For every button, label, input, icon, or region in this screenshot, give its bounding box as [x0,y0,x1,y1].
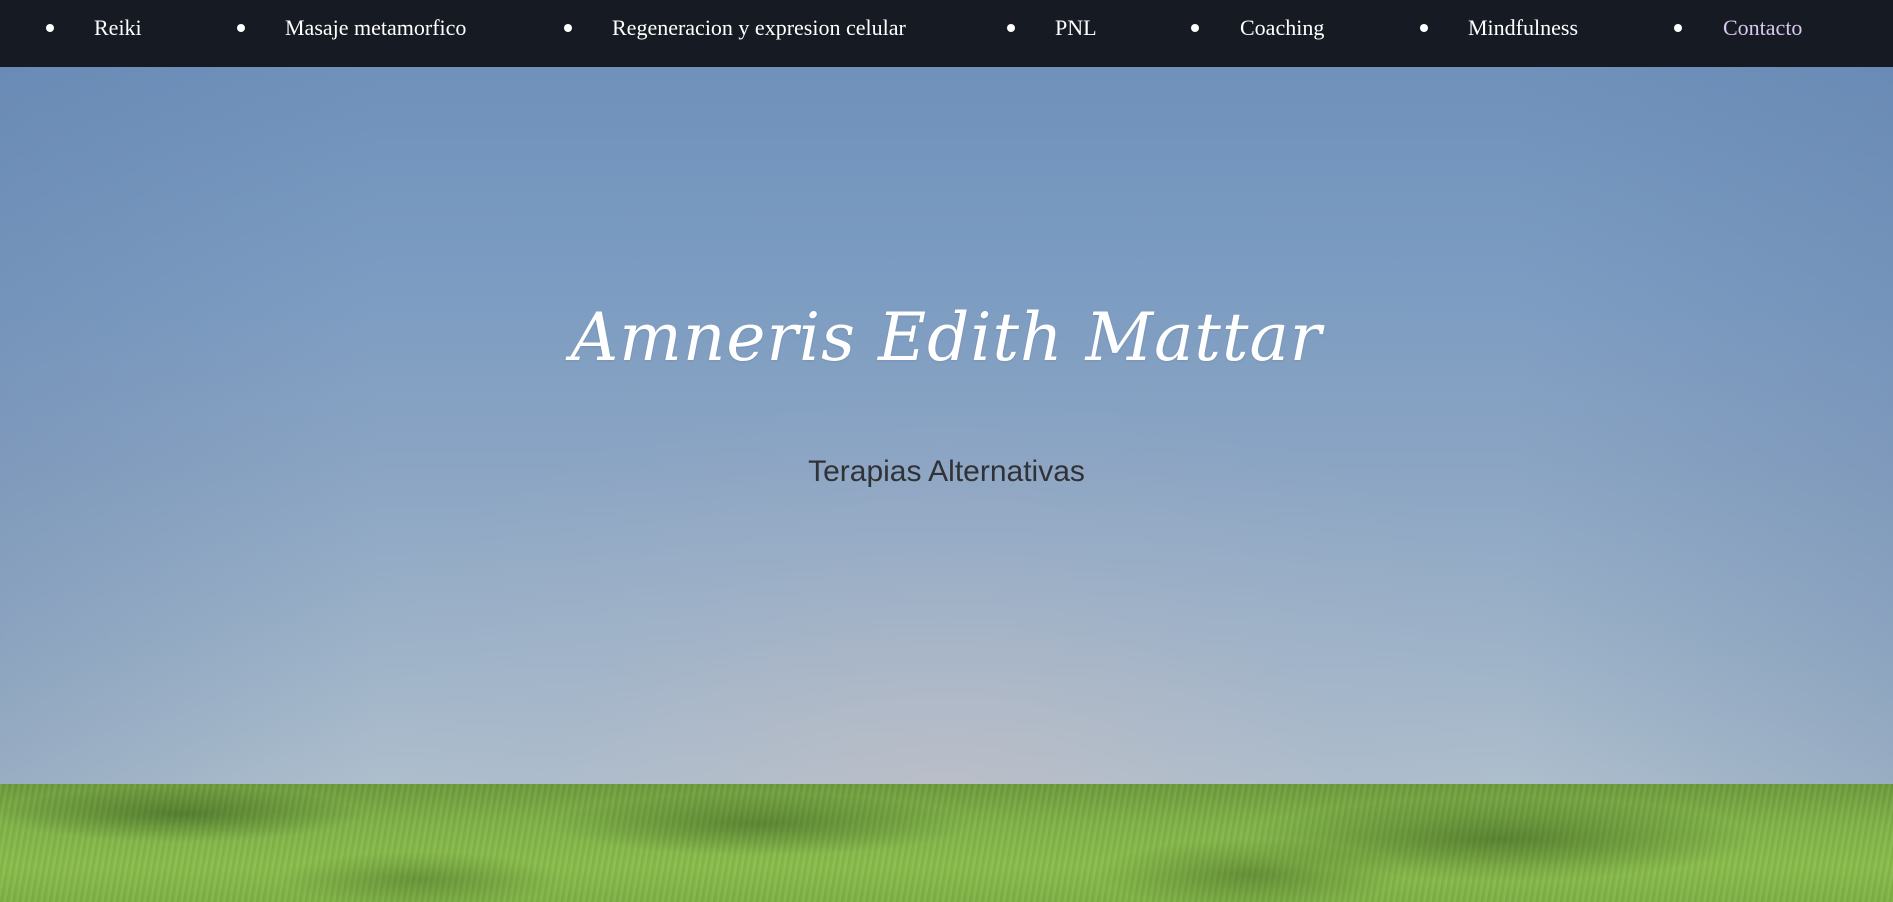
nav-link-regeneracion[interactable]: Regeneracion y expresion celular [612,0,906,55]
nav-link-pnl[interactable]: PNL [1055,0,1097,55]
page: Reiki Masaje metamorfico Regeneracion y … [0,0,1893,902]
bullet-icon [1420,23,1428,32]
hero-banner: Amneris Edith Mattar Terapias Alternativ… [0,67,1893,784]
bullet-icon [237,23,245,32]
top-navbar: Reiki Masaje metamorfico Regeneracion y … [0,0,1893,67]
bullet-icon [1191,23,1199,32]
nav-link-masaje-metamorfico[interactable]: Masaje metamorfico [285,0,466,55]
nav-item-pnl [1007,0,1015,55]
nav-item-coaching [1191,0,1199,55]
nav-link-contacto[interactable]: Contacto [1723,0,1802,55]
nav-item-reiki [46,0,54,55]
nav-item-masaje-metamorfico [237,0,245,55]
nav-item-regeneracion [564,0,572,55]
nav-link-mindfulness[interactable]: Mindfulness [1468,0,1578,55]
bullet-icon [1007,23,1015,32]
grass-background-image [0,784,1893,902]
nav-link-coaching[interactable]: Coaching [1240,0,1324,55]
hero-subtitle: Terapias Alternativas [808,455,1085,488]
nav-link-reiki[interactable]: Reiki [94,0,142,55]
bullet-icon [564,23,572,32]
bullet-icon [1674,23,1682,32]
nav-item-mindfulness [1420,0,1428,55]
nav-item-contacto [1674,0,1682,55]
nav-list: Reiki Masaje metamorfico Regeneracion y … [0,0,1893,67]
bullet-icon [46,23,54,32]
hero-title: Amneris Edith Mattar [570,299,1323,376]
